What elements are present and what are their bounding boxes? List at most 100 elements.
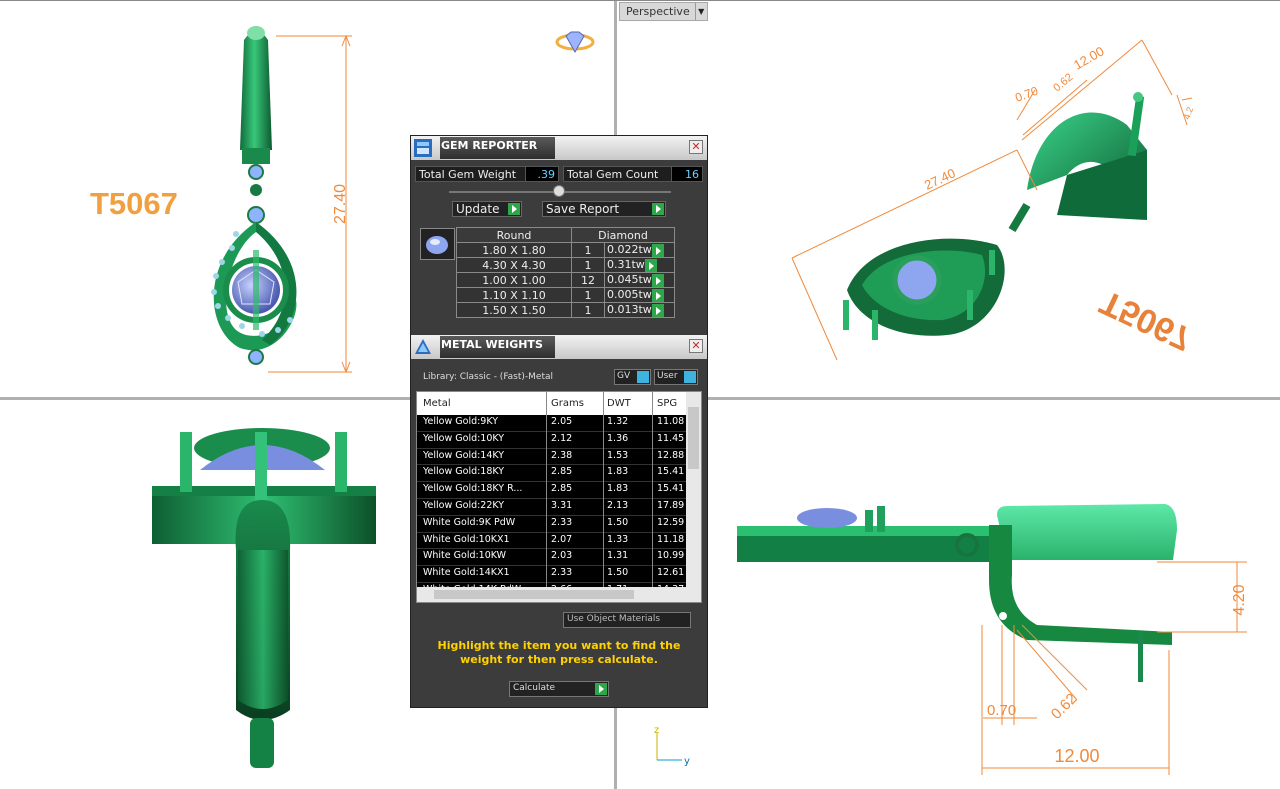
close-icon[interactable]: ✕ [689,339,703,353]
toggle-icon [637,371,649,383]
perspective-label: Perspective [626,5,690,18]
model-label: T5067 [90,186,178,221]
update-button[interactable]: Update [452,201,522,217]
toggle-icon [684,371,696,383]
gem-col-type: Diamond [571,227,675,243]
side-view-right-render: 4.20 12.00 0.70 0.62 z y [654,504,1248,775]
axis-y-label: y [684,756,690,767]
metal-weights-titlebar[interactable]: METAL WEIGHTS ✕ [411,335,707,359]
round-diamond-icon [420,228,455,260]
play-icon [508,203,520,215]
play-icon[interactable] [651,303,664,317]
gem-size: 1.10 X 1.10 [456,287,572,303]
gv-toggle[interactable]: GV [614,369,651,385]
metal-col-header[interactable]: Metal [423,398,451,409]
gem-count: 1 [571,257,605,273]
calculate-label: Calculate [513,683,556,693]
use-object-materials-toggle[interactable]: Use Object Materials [563,612,691,628]
axis-triad: z y [654,725,690,767]
viewport-bottom-right[interactable]: 4.20 12.00 0.70 0.62 z y [617,400,1280,789]
table-row[interactable]: White Gold:14KX1 2.33 1.50 12.61 [417,566,687,583]
gem-weight: 0.045tw [607,273,652,287]
viewport-perspective[interactable]: T5067 27.40 12.00 0.70 0.62 4.2 [617,0,1280,397]
use-object-materials-label: Use Object Materials [567,614,661,624]
play-icon[interactable] [651,288,664,302]
column-divider [546,392,547,587]
table-row[interactable]: 1.10 X 1.10 1 0.005tw [456,287,675,303]
close-icon[interactable]: ✕ [689,140,703,154]
gem-size: 1.50 X 1.50 [456,302,572,318]
play-icon [595,683,607,695]
gem-count: 12 [571,272,605,288]
column-divider [652,392,653,587]
table-row[interactable]: Yellow Gold:18KY R... 2.85 1.83 15.41 [417,482,687,499]
gem-weight: 0.013tw [607,303,652,317]
gem-size: 4.30 X 4.30 [456,257,572,273]
table-row[interactable]: Yellow Gold:22KY 3.31 2.13 17.89 [417,498,687,516]
table-row[interactable]: White Gold:10KX1 2.07 1.33 11.18 [417,532,687,550]
metal-table[interactable]: Metal Grams DWT SPG Yellow Gold:9KY 2.05 1… [416,391,702,603]
dim-side-062: 0.62 [1048,690,1081,723]
table-row[interactable]: White Gold:9K PdW 2.33 1.50 12.59 [417,515,687,533]
gem-table: Round Diamond 1.80 X 1.80 1 0.022tw 4.30… [456,227,675,318]
metal-table-header: Metal Grams DWT SPG [417,392,687,416]
gem-count: 1 [571,302,605,318]
dim-side-070: 0.70 [987,702,1016,719]
table-row[interactable]: 1.80 X 1.80 1 0.022tw [456,242,675,258]
gem-weight: 0.005tw [607,288,652,302]
table-row[interactable]: White Gold:10KW 2.03 1.31 10.99 [417,549,687,567]
table-row[interactable]: Yellow Gold:10KY 2.12 1.36 11.45 [417,431,687,449]
gem-count: 1 [571,287,605,303]
play-icon[interactable] [651,243,664,257]
gem-count: 1 [571,242,605,258]
spg-col-header[interactable]: SPG [657,398,677,409]
perspective-view-tab[interactable]: Perspective ▼ [619,2,708,21]
dim-persp-width: 12.00 [1071,43,1107,72]
gem-size: 1.00 X 1.00 [456,272,572,288]
gem-reporter-titlebar[interactable]: GEM REPORTER ✕ [411,136,707,160]
play-icon[interactable] [651,273,664,287]
gem-size: 1.80 X 1.80 [456,242,572,258]
metal-weights-icon [415,339,431,354]
save-report-button[interactable]: Save Report [542,201,666,217]
dim-persp-070: 0.70 [1013,84,1040,105]
gem-col-shape: Round [456,227,572,243]
gem-reporter-icon [414,139,432,157]
table-row[interactable]: 1.50 X 1.50 1 0.013tw [456,302,675,318]
table-row[interactable]: Yellow Gold:14KY 2.38 1.53 12.88 [417,448,687,466]
calculate-hint: Highlight the item you want to find the … [437,639,681,666]
metal-weights-title: METAL WEIGHTS [440,336,555,358]
dim-front-height: 27.40 [332,184,349,224]
user-toggle[interactable]: User [654,369,698,385]
table-row[interactable]: Yellow Gold:9KY 2.05 1.32 11.08 [417,415,687,432]
dim-persp-length: 27.40 [922,165,958,192]
metal-table-body: Yellow Gold:9KY 2.05 1.32 11.08 Yellow Gold… [417,415,687,600]
top-border [0,0,1280,1]
vertical-scrollbar[interactable] [686,392,701,587]
total-gem-count-value: 16 [671,166,703,182]
calculate-button[interactable]: Calculate [509,681,609,697]
dim-side-width: 12.00 [1054,746,1099,766]
scrollbar-thumb[interactable] [434,590,634,599]
total-gem-weight-value: .39 [525,166,559,182]
dim-persp-42: 4.2 [1181,106,1195,121]
dwt-col-header[interactable]: DWT [607,398,631,409]
table-row[interactable]: Yellow Gold:18KY 2.85 1.83 15.41 [417,465,687,483]
grams-col-header[interactable]: Grams [551,398,584,409]
gem-metal-panel: GEM REPORTER ✕ Total Gem Weight .39 Tota… [410,135,708,708]
table-row[interactable]: 1.00 X 1.00 12 0.045tw [456,272,675,288]
gem-reporter-title: GEM REPORTER [440,137,555,159]
panel-splitter-knob[interactable] [553,185,565,197]
user-label: User [657,371,678,381]
chevron-down-icon[interactable]: ▼ [694,3,707,20]
scrollbar-thumb[interactable] [688,407,699,469]
metal-library-label: Library: Classic - (Fast)-Metal [423,372,554,382]
model-label-mirrored: T5067 [1094,283,1197,358]
gv-label: GV [617,371,631,381]
table-row[interactable]: 4.30 X 4.30 1 0.31tw [456,257,675,273]
play-icon[interactable] [644,258,657,272]
gem-weight: 0.022tw [607,243,652,257]
horizontal-scrollbar[interactable] [417,587,701,602]
column-divider [603,392,604,587]
ring-thumbnail-icon[interactable] [555,31,595,54]
